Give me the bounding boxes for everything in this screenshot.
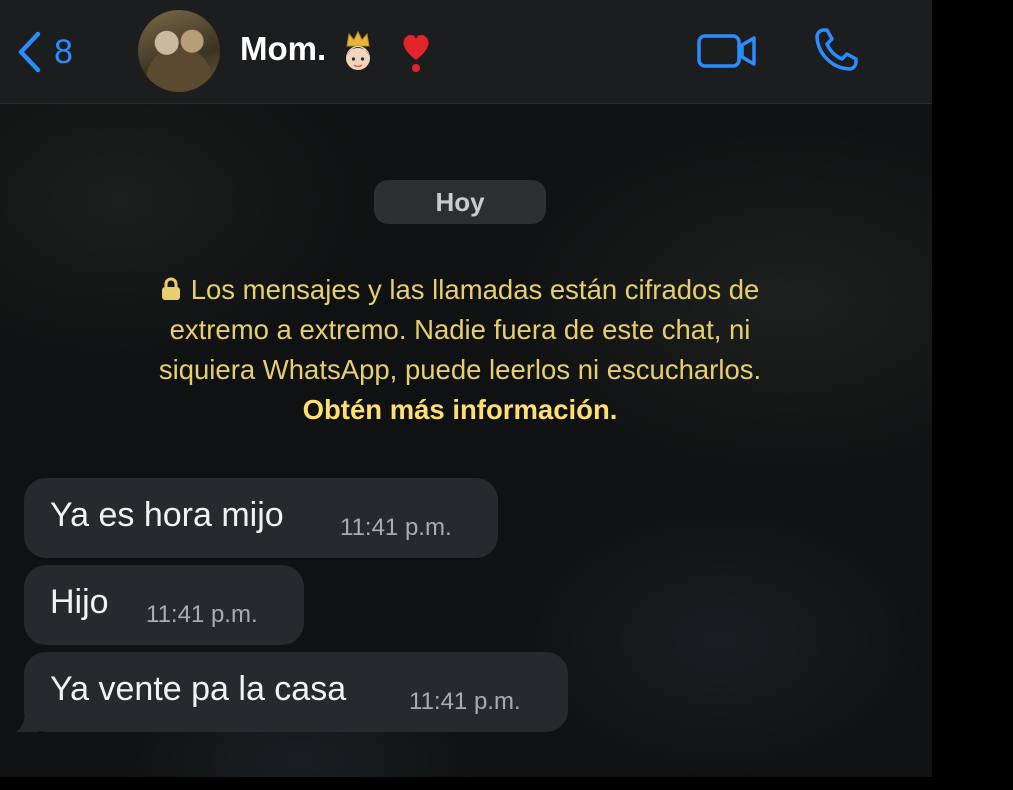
screen-border xyxy=(0,777,932,790)
encryption-notice-text: Los mensajes y las llamadas están cifrad… xyxy=(158,274,762,385)
lock-icon xyxy=(161,277,180,300)
bubble-tail xyxy=(15,710,39,732)
message-text: Hijo xyxy=(50,583,109,621)
avatar[interactable] xyxy=(138,10,220,92)
message-bubble[interactable]: Ya es hora mijo 11:41 p.m. xyxy=(24,478,498,558)
back-button[interactable]: 8 xyxy=(14,28,94,76)
message-bubble[interactable]: Ya vente pa la casa 11:41 p.m. xyxy=(15,652,568,732)
crown-woman-emoji xyxy=(346,30,370,70)
unread-count: 8 xyxy=(54,32,73,71)
message-text: Ya es hora mijo xyxy=(50,496,284,534)
chat-header: 8 Mom. xyxy=(0,0,932,104)
chat-screen: 8 Mom. Hoy Los mensajes y las llamadas e… xyxy=(0,0,932,777)
chevron-left-icon xyxy=(18,31,41,73)
contact-name[interactable]: Mom. xyxy=(240,30,326,68)
date-separator: Hoy xyxy=(374,180,546,224)
screen-border xyxy=(932,0,1013,790)
message-time: 11:41 p.m. xyxy=(146,601,258,628)
encryption-notice[interactable]: Los mensajes y las llamadas están cifrad… xyxy=(130,270,790,430)
message-bubble[interactable]: Hijo 11:41 p.m. xyxy=(24,565,304,645)
phone-call-button[interactable] xyxy=(810,24,862,76)
red-heart-emoji xyxy=(403,34,429,72)
video-call-button[interactable] xyxy=(696,28,758,74)
learn-more-link[interactable]: Obtén más información. xyxy=(303,394,618,425)
message-time: 11:41 p.m. xyxy=(409,688,521,715)
message-text: Ya vente pa la casa xyxy=(50,670,347,708)
message-time: 11:41 p.m. xyxy=(340,514,452,541)
